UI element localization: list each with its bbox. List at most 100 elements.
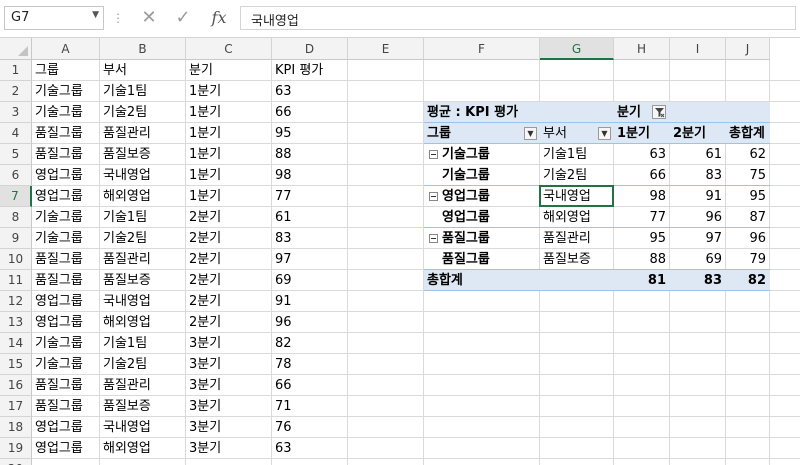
formula-bar-separator[interactable]: ⋮: [112, 8, 124, 28]
table-cell[interactable]: 2분기: [186, 270, 272, 291]
pivot-value-cell[interactable]: 61: [670, 144, 726, 165]
table-cell[interactable]: 기술그룹: [32, 81, 100, 102]
name-box[interactable]: G7 ▼: [4, 6, 104, 30]
table-cell[interactable]: 품질관리: [100, 249, 186, 270]
table-header-cell[interactable]: 분기: [186, 60, 272, 81]
row-header-10[interactable]: 10: [0, 249, 32, 270]
pivot-value-cell[interactable]: 66: [614, 165, 670, 186]
table-cell[interactable]: 기술그룹: [32, 207, 100, 228]
table-cell[interactable]: 영업그룹: [32, 438, 100, 459]
table-cell[interactable]: 66: [272, 102, 348, 123]
table-cell[interactable]: 1분기: [186, 123, 272, 144]
column-header-e[interactable]: E: [348, 38, 424, 60]
table-cell[interactable]: 77: [272, 186, 348, 207]
pivot-column-header[interactable]: 1분기: [614, 123, 670, 144]
table-cell[interactable]: 1분기: [186, 81, 272, 102]
table-cell[interactable]: 기술그룹: [32, 333, 100, 354]
table-cell[interactable]: 영업그룹: [32, 312, 100, 333]
table-cell[interactable]: 기술그룹: [32, 354, 100, 375]
row-header-14[interactable]: 14: [0, 333, 32, 354]
table-cell[interactable]: 61: [272, 207, 348, 228]
column-header-a[interactable]: A: [32, 38, 100, 60]
column-header-b[interactable]: B: [100, 38, 186, 60]
pivot-value-cell[interactable]: 95: [726, 186, 770, 207]
row-header-20[interactable]: 20: [0, 459, 32, 465]
table-cell[interactable]: 기술1팀: [100, 207, 186, 228]
pivot-column-header[interactable]: 총합계: [726, 123, 770, 144]
table-cell[interactable]: 해외영업: [100, 438, 186, 459]
table-cell[interactable]: 95: [272, 123, 348, 144]
table-cell[interactable]: 기술1팀: [100, 81, 186, 102]
table-cell[interactable]: 기술2팀: [100, 228, 186, 249]
table-cell[interactable]: 품질보증: [100, 144, 186, 165]
row-header-8[interactable]: 8: [0, 207, 32, 228]
table-header-cell[interactable]: 그룹: [32, 60, 100, 81]
pivot-value-cell[interactable]: 91: [670, 186, 726, 207]
table-cell[interactable]: 1분기: [186, 102, 272, 123]
table-cell[interactable]: 영업그룹: [32, 417, 100, 438]
table-header-cell[interactable]: KPI 평가: [272, 60, 348, 81]
table-cell[interactable]: 품질그룹: [32, 270, 100, 291]
pivot-dept-cell[interactable]: 기술2팀: [540, 165, 614, 186]
table-cell[interactable]: 2분기: [186, 228, 272, 249]
check-icon[interactable]: ✓: [170, 6, 196, 30]
row-header-4[interactable]: 4: [0, 123, 32, 144]
pivot-value-cell[interactable]: 77: [614, 207, 670, 228]
table-cell[interactable]: 품질그룹: [32, 249, 100, 270]
table-cell[interactable]: 국내영업: [100, 165, 186, 186]
chevron-down-icon[interactable]: ▼: [598, 127, 611, 140]
table-cell[interactable]: 품질보증: [100, 270, 186, 291]
column-header-d[interactable]: D: [272, 38, 348, 60]
table-cell[interactable]: 품질그룹: [32, 123, 100, 144]
column-header-i[interactable]: I: [670, 38, 726, 60]
table-cell[interactable]: 66: [272, 375, 348, 396]
column-header-c[interactable]: C: [186, 38, 272, 60]
formula-input[interactable]: 국내영업: [240, 6, 796, 30]
table-cell[interactable]: 3분기: [186, 375, 272, 396]
pivot-dept-cell[interactable]: 기술1팀: [540, 144, 614, 165]
column-header-f[interactable]: F: [424, 38, 540, 60]
table-cell[interactable]: 품질그룹: [32, 396, 100, 417]
row-header-3[interactable]: 3: [0, 102, 32, 123]
row-header-19[interactable]: 19: [0, 438, 32, 459]
row-header-12[interactable]: 12: [0, 291, 32, 312]
table-cell[interactable]: 1분기: [186, 186, 272, 207]
table-cell[interactable]: 2분기: [186, 207, 272, 228]
cell-area[interactable]: 그룹 부서 분기 KPI 평가 기술그룹 기술1팀 1분기 63 기술그룹 기술2팀 1분기 66 품질…: [32, 60, 800, 465]
pivot-value-cell[interactable]: 96: [726, 228, 770, 249]
row-header-11[interactable]: 11: [0, 270, 32, 291]
table-cell[interactable]: 품질관리: [100, 123, 186, 144]
collapse-icon[interactable]: [429, 234, 438, 243]
table-cell[interactable]: 1분기: [186, 165, 272, 186]
x-icon[interactable]: ✕: [136, 6, 162, 30]
pivot-total-label[interactable]: 총합계: [424, 270, 540, 291]
table-cell[interactable]: 97: [272, 249, 348, 270]
row-header-18[interactable]: 18: [0, 417, 32, 438]
table-cell[interactable]: 98: [272, 165, 348, 186]
collapse-icon[interactable]: [429, 150, 438, 159]
table-cell[interactable]: 3분기: [186, 438, 272, 459]
pivot-value-cell[interactable]: 75: [726, 165, 770, 186]
row-header-2[interactable]: 2: [0, 81, 32, 102]
table-cell[interactable]: 3분기: [186, 354, 272, 375]
table-cell[interactable]: 2분기: [186, 291, 272, 312]
table-cell[interactable]: 3분기: [186, 333, 272, 354]
pivot-dept-cell[interactable]: 품질보증: [540, 249, 614, 270]
column-header-j[interactable]: J: [726, 38, 770, 60]
pivot-total-value[interactable]: 81: [614, 270, 670, 291]
table-cell[interactable]: 83: [272, 228, 348, 249]
filter-icon[interactable]: [652, 105, 666, 119]
row-header-17[interactable]: 17: [0, 396, 32, 417]
table-cell[interactable]: 96: [272, 312, 348, 333]
table-cell[interactable]: 영업그룹: [32, 291, 100, 312]
column-header-h[interactable]: H: [614, 38, 670, 60]
table-cell[interactable]: 해외영업: [100, 186, 186, 207]
table-cell[interactable]: 71: [272, 396, 348, 417]
table-cell[interactable]: 국내영업: [100, 417, 186, 438]
table-cell[interactable]: 품질관리: [100, 375, 186, 396]
table-cell[interactable]: 기술1팀: [100, 333, 186, 354]
table-cell[interactable]: 69: [272, 270, 348, 291]
row-header-15[interactable]: 15: [0, 354, 32, 375]
pivot-value-cell[interactable]: 97: [670, 228, 726, 249]
pivot-column-header[interactable]: 2분기: [670, 123, 726, 144]
